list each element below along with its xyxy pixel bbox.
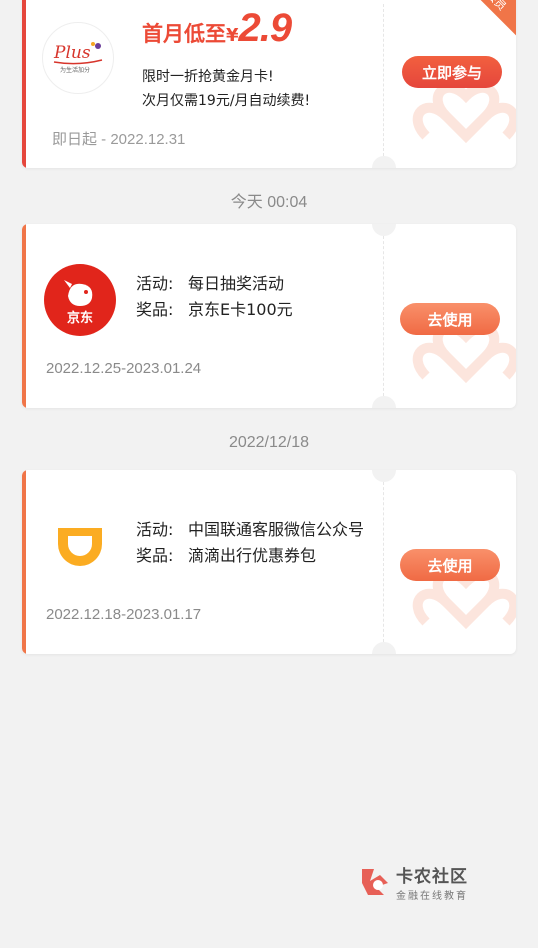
- jd-dog-icon: 京东: [64, 280, 93, 326]
- promo-card: 会员 Plus 为生活加分 首月低至¥2.9 限时一折抢黄金月卡! 次月仅需19…: [22, 0, 516, 168]
- prize-line: 奖品: 滴滴出行优惠券包: [136, 542, 316, 566]
- prize-label: 奖品:: [136, 300, 174, 319]
- kanong-logo-icon: [362, 869, 388, 895]
- card-notch: [372, 156, 396, 168]
- prize-label: 奖品:: [136, 546, 174, 565]
- prize-line: 奖品: 京东E卡100元: [136, 296, 293, 320]
- card-accent-bar: [22, 224, 26, 408]
- card-divider: [383, 236, 384, 396]
- brand-tagline: 金融在线教育: [396, 891, 468, 902]
- activity-label: 活动:: [136, 274, 174, 293]
- card-notch: [372, 470, 396, 482]
- jd-logo: 京东: [44, 264, 116, 336]
- section-time-1: 今天 00:04: [230, 194, 308, 211]
- section-time-2: 2022/12/18: [228, 434, 310, 451]
- use-button[interactable]: 去使用: [400, 549, 500, 581]
- card-notch: [372, 396, 396, 408]
- card-notch: [372, 224, 396, 236]
- svg-text:Plus: Plus: [53, 43, 91, 63]
- validity-date: 2022.12.18-2023.01.17: [46, 606, 202, 623]
- card-divider: [383, 482, 384, 642]
- validity-date: 2022.12.25-2023.01.24: [46, 360, 202, 377]
- use-button[interactable]: 去使用: [400, 303, 500, 335]
- didi-logo: [44, 508, 116, 580]
- promo-line-1: 限时一折抢黄金月卡!: [142, 69, 274, 85]
- card-accent-bar: [22, 470, 26, 654]
- unicom-knot-watermark-icon: [412, 82, 516, 144]
- card-accent-bar: [22, 0, 26, 168]
- join-now-button[interactable]: 立即参与: [402, 56, 502, 88]
- activity-value: 中国联通客服微信公众号: [188, 520, 365, 539]
- svg-text:为生活加分: 为生活加分: [60, 66, 90, 74]
- coupon-card-didi: 活动: 中国联通客服微信公众号 奖品: 滴滴出行优惠券包 2022.12.18-20…: [22, 470, 516, 654]
- brand-name: 卡农社区: [396, 867, 468, 887]
- card-divider: [383, 4, 384, 156]
- card-notch: [372, 642, 396, 654]
- prize-value: 京东E卡100元: [188, 300, 293, 319]
- activity-line: 活动: 每日抽奖活动: [136, 270, 284, 294]
- plus-logo: Plus 为生活加分: [42, 22, 114, 94]
- plus-logo-icon: Plus 为生活加分: [53, 42, 103, 74]
- coupon-card-jd: 京东 活动: 每日抽奖活动 奖品: 京东E卡100元 2022.12.25-2023…: [22, 224, 516, 408]
- svg-text:京东: 京东: [67, 310, 93, 326]
- vip-corner-tag: 会员: [460, 0, 516, 37]
- activity-label: 活动:: [136, 520, 174, 539]
- promo-headline: 首月低至¥2.9: [142, 6, 292, 50]
- didi-logo-icon: [58, 528, 102, 566]
- activity-line: 活动: 中国联通客服微信公众号: [136, 516, 364, 540]
- kanong-brand-watermark: 卡农社区 金融在线教育: [358, 862, 468, 902]
- promo-line-2: 次月仅需19元/月自动续费!: [142, 93, 311, 109]
- activity-value: 每日抽奖活动: [188, 274, 285, 293]
- promo-date: 即日起 - 2022.12.31: [52, 131, 186, 148]
- prize-value: 滴滴出行优惠券包: [188, 546, 317, 565]
